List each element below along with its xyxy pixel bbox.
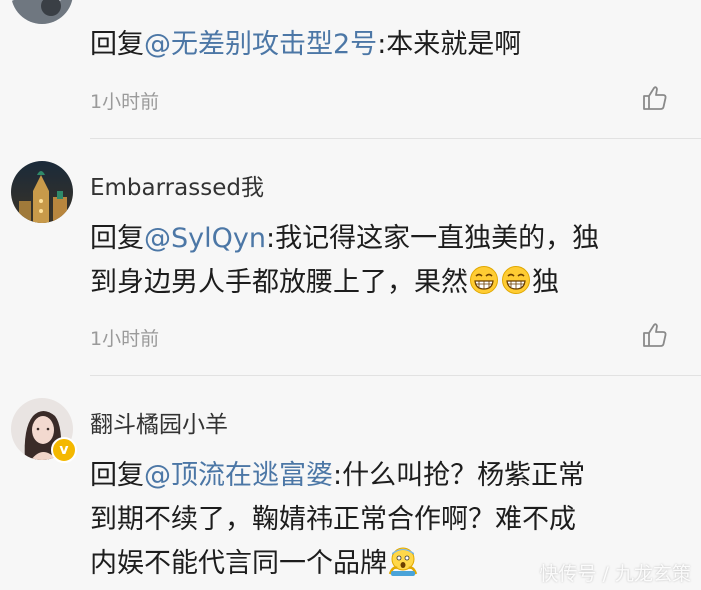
grinning-face-icon (502, 266, 530, 294)
comment-content: :本来就是啊 (377, 29, 522, 60)
username[interactable]: Embarrassed我 (90, 168, 264, 202)
grinning-face-icon (470, 266, 498, 294)
comment-text: 回复@无差别攻击型2号:本来就是啊 (90, 23, 670, 67)
comment-content: 到期不续了，鞠婧祎正常合作啊？难不成 (90, 504, 576, 535)
verified-badge: v (51, 437, 77, 463)
comment-content: :什么叫抢？杨紫正常 (333, 460, 586, 491)
comment-content: 独 (532, 267, 559, 298)
comment-content: :我记得这家一直独美的，独 (265, 223, 600, 254)
reply-prefix: 回复 (90, 29, 144, 60)
comment-line-1: 回复@顶流在逃富婆:什么叫抢？杨紫正常 (90, 454, 670, 498)
comment-content: 到身边男人手都放腰上了，果然 (90, 267, 468, 298)
mention-link[interactable]: @顶流在逃富婆 (144, 460, 333, 491)
watermark: 快传号 / 九龙玄策 (539, 563, 691, 585)
timestamp: 1小时前 (90, 328, 160, 350)
comment-text: 回复@SylQyn:我记得这家一直独美的，独 到身边男人手都放腰上了，果然 独 (90, 217, 670, 305)
mention-link[interactable]: @无差别攻击型2号 (144, 29, 377, 60)
avatar-image (11, 161, 73, 223)
comment-line-2: 到身边男人手都放腰上了，果然 独 (90, 261, 670, 305)
screaming-face-icon (388, 547, 418, 576)
divider (90, 375, 701, 376)
avatar[interactable] (11, 0, 73, 24)
comment-content: 内娱不能代言同一个品牌 (90, 548, 387, 579)
thumbs-up-icon[interactable] (641, 321, 669, 349)
reply-prefix: 回复 (90, 223, 144, 254)
divider (90, 138, 701, 139)
mention-link[interactable]: @SylQyn (144, 223, 266, 254)
comment-line-1: 回复@SylQyn:我记得这家一直独美的，独 (90, 217, 670, 261)
avatar[interactable] (11, 161, 73, 223)
reply-prefix: 回复 (90, 460, 144, 491)
thumbs-up-icon[interactable] (641, 84, 669, 112)
timestamp: 1小时前 (90, 91, 160, 113)
avatar-image (11, 0, 73, 24)
username[interactable]: 翻斗橘园小羊 (90, 405, 228, 439)
comment-line-2: 到期不续了，鞠婧祎正常合作啊？难不成 (90, 498, 670, 542)
